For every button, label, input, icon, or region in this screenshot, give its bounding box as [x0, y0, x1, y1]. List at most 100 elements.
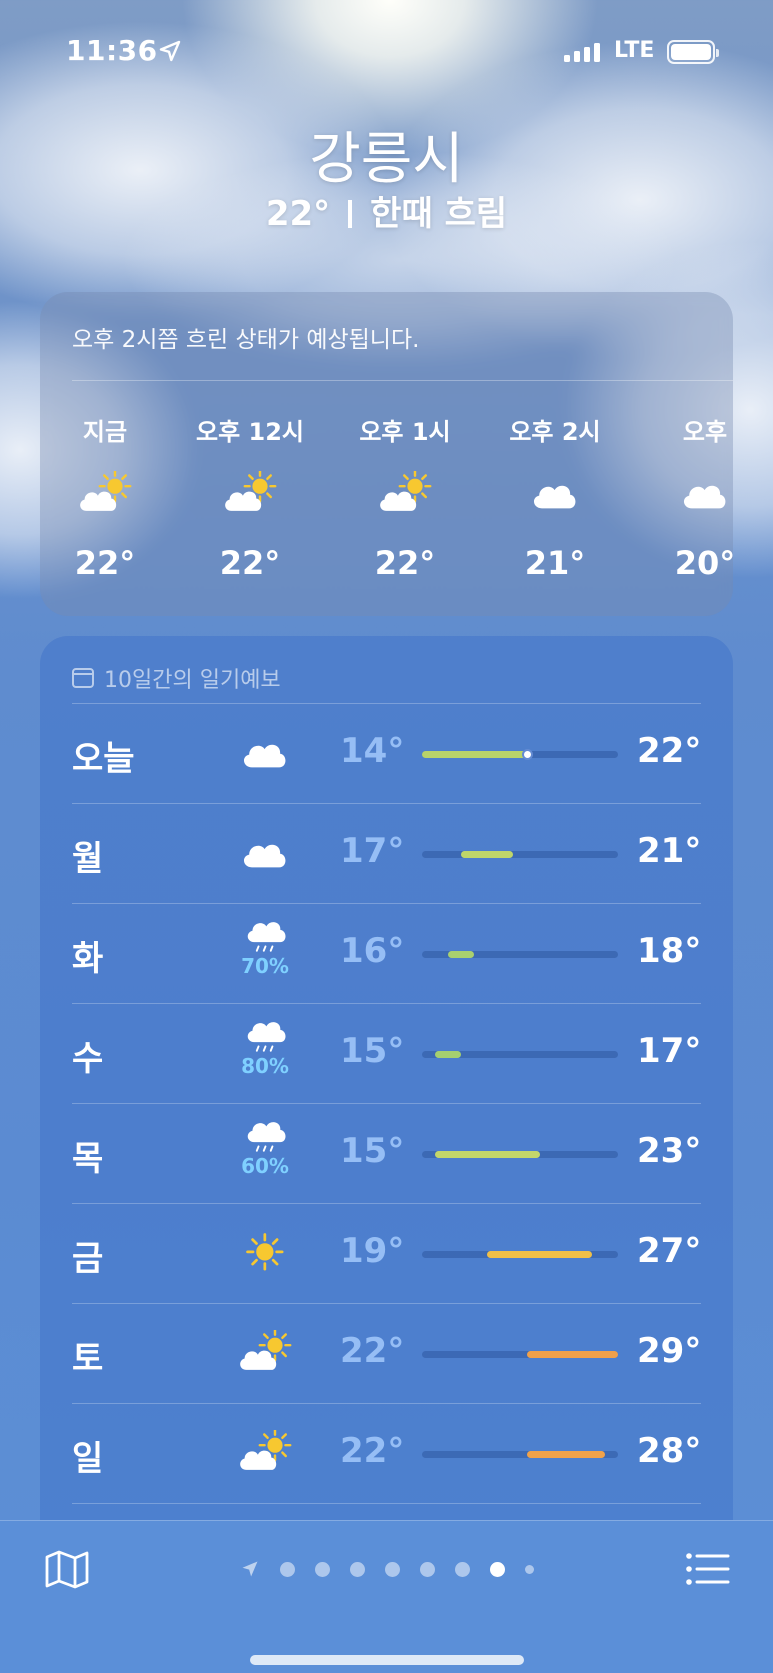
- hour-temperature: 20°: [674, 544, 733, 582]
- battery-icon: [667, 40, 719, 64]
- temperature-range-track: [422, 1451, 618, 1458]
- day-name: 오늘: [72, 739, 135, 779]
- high-temperature: 18°: [637, 931, 702, 971]
- low-temperature: 15°: [340, 1131, 405, 1171]
- rain-cloud-icon: 70%: [230, 916, 300, 976]
- precip-chance: 70%: [241, 954, 289, 978]
- page-dot[interactable]: [524, 1564, 534, 1574]
- partly-sunny-icon: [230, 1322, 300, 1382]
- current-temperature: 22°: [265, 194, 331, 234]
- partly-sunny-icon: [40, 468, 175, 518]
- bottom-toolbar: [0, 1520, 773, 1673]
- low-temperature: 19°: [340, 1231, 405, 1271]
- day-name: 목: [72, 1139, 104, 1179]
- page-dot[interactable]: [314, 1561, 330, 1577]
- low-temperature: 17°: [340, 831, 405, 871]
- low-temperature: 22°: [340, 1431, 405, 1471]
- hourly-summary: 오후 2시쯤 흐린 상태가 예상됩니다.: [72, 327, 420, 353]
- status-time: 11:36: [66, 34, 158, 67]
- high-temperature: 21°: [637, 831, 702, 871]
- low-temperature: 22°: [340, 1331, 405, 1371]
- daily-row[interactable]: 오늘 14° 22°: [72, 704, 701, 804]
- location-page-icon[interactable]: [240, 1559, 260, 1579]
- daily-row[interactable]: 수 80% 15° 17°: [72, 1004, 701, 1104]
- low-temperature: 14°: [340, 731, 405, 771]
- signal-icon: [564, 42, 600, 62]
- daily-row[interactable]: 월 17° 21°: [72, 804, 701, 904]
- precip-chance: 60%: [241, 1154, 289, 1178]
- daily-row[interactable]: 토 22° 29°: [72, 1304, 701, 1404]
- low-temperature: 16°: [340, 931, 405, 971]
- daily-row[interactable]: 금 19° 27°: [72, 1204, 701, 1304]
- partly-sunny-icon: [180, 468, 320, 518]
- temperature-range-bar: [526, 1351, 618, 1358]
- rain-cloud-icon: 80%: [230, 1016, 300, 1076]
- cloud-icon: [230, 722, 300, 782]
- hourly-item: 지금 22°: [40, 412, 175, 582]
- hour-label: 지금: [82, 418, 128, 446]
- current-condition: 한때 흐림: [370, 194, 508, 234]
- high-temperature: 23°: [637, 1131, 702, 1171]
- daily-forecast-card[interactable]: 10일간의 일기예보 오늘 14° 22° 월 17° 21° 화 70% 16…: [40, 636, 733, 1673]
- temperature-range-track: [422, 1351, 618, 1358]
- partly-sunny-icon: [230, 1422, 300, 1482]
- hour-temperature: 21°: [524, 544, 586, 582]
- daily-header: 10일간의 일기예보: [72, 662, 281, 694]
- day-name: 화: [72, 939, 104, 979]
- temperature-range-bar: [487, 1251, 592, 1258]
- list-icon[interactable]: [684, 1549, 730, 1589]
- temperature-range-track: [422, 1051, 618, 1058]
- low-temperature: 15°: [340, 1031, 405, 1071]
- location-arrow-icon: [159, 40, 181, 62]
- high-temperature: 27°: [637, 1231, 702, 1271]
- temperature-range-bar: [435, 1051, 462, 1058]
- city-name: 강릉시: [309, 127, 464, 192]
- precip-chance: 80%: [241, 1054, 289, 1078]
- temperature-range-bar: [422, 751, 527, 758]
- hourly-item: 오후 12시 22°: [180, 412, 320, 582]
- high-temperature: 17°: [637, 1031, 702, 1071]
- home-indicator[interactable]: [250, 1655, 524, 1665]
- cloud-icon: [485, 468, 625, 518]
- high-temperature: 28°: [637, 1431, 702, 1471]
- hour-label: 오후 2시: [509, 418, 601, 446]
- cloud-icon: [635, 468, 733, 518]
- temperature-range-track: [422, 749, 618, 760]
- day-name: 금: [72, 1239, 104, 1279]
- hour-temperature: 22°: [74, 544, 136, 582]
- page-indicator[interactable]: [0, 1559, 773, 1579]
- temperature-range-track: [422, 1151, 618, 1158]
- status-bar: 11:36 LTE: [0, 34, 773, 74]
- separator: [348, 200, 353, 228]
- page-dot[interactable]: [349, 1561, 365, 1577]
- rain-cloud-icon: 60%: [230, 1116, 300, 1176]
- hour-temperature: 22°: [219, 544, 281, 582]
- temperature-range-track: [422, 951, 618, 958]
- divider: [72, 1503, 701, 1504]
- hourly-forecast-card[interactable]: 오후 2시쯤 흐린 상태가 예상됩니다. 지금 22° 오후 12시 22° 오…: [40, 292, 733, 616]
- day-name: 월: [72, 839, 104, 879]
- day-name: 수: [72, 1039, 104, 1079]
- daily-row[interactable]: 목 60% 15° 23°: [72, 1104, 701, 1204]
- page-dot[interactable]: [419, 1561, 435, 1577]
- high-temperature: 22°: [637, 731, 702, 771]
- page-dot[interactable]: [384, 1561, 400, 1577]
- hourly-item: 오후 2시 21°: [485, 412, 625, 582]
- hour-label: 오후 1시: [359, 418, 451, 446]
- cloud-icon: [230, 822, 300, 882]
- page-dot[interactable]: [489, 1561, 505, 1577]
- temperature-range-track: [422, 851, 618, 858]
- sun-icon: [230, 1222, 300, 1282]
- page-dot[interactable]: [279, 1561, 295, 1577]
- carrier-label: LTE: [614, 38, 655, 63]
- partly-sunny-icon: [335, 468, 475, 518]
- divider: [72, 380, 733, 381]
- high-temperature: 29°: [637, 1331, 702, 1371]
- day-name: 토: [72, 1339, 104, 1379]
- temperature-range-track: [422, 1251, 618, 1258]
- daily-row[interactable]: 화 70% 16° 18°: [72, 904, 701, 1004]
- daily-row[interactable]: 일 22° 28°: [72, 1404, 701, 1504]
- hour-temperature: 22°: [374, 544, 436, 582]
- page-dot[interactable]: [454, 1561, 470, 1577]
- hourly-item: 오후 20°: [635, 412, 733, 582]
